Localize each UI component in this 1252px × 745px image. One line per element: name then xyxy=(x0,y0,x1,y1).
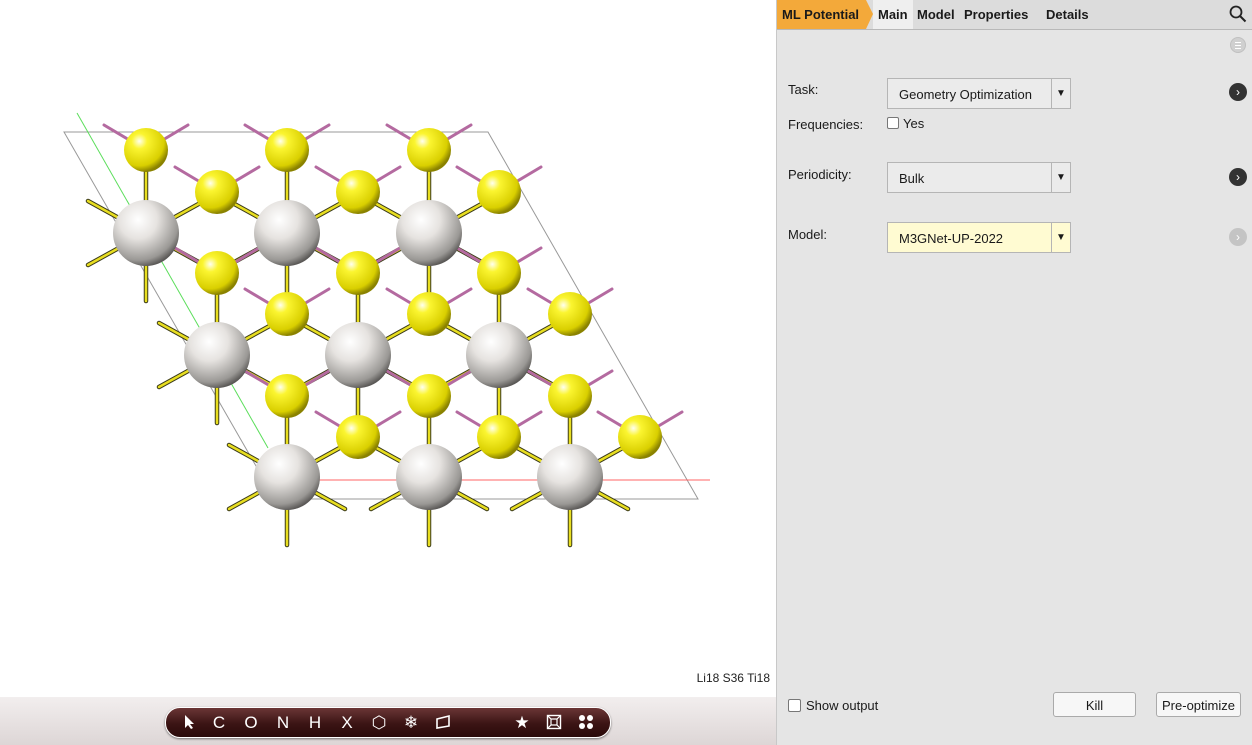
pre-optimize-button[interactable]: Pre-optimize xyxy=(1156,692,1241,717)
sulfur-atom xyxy=(548,374,592,418)
sulfur-atom xyxy=(477,251,521,295)
show-output-label: Show output xyxy=(806,698,879,713)
titanium-atom xyxy=(113,200,179,266)
snowflake-icon[interactable]: ❄ xyxy=(398,708,424,737)
sulfur-atom xyxy=(618,415,662,459)
tab-model[interactable]: Model xyxy=(917,0,955,29)
sulfur-atom xyxy=(195,251,239,295)
titanium-atom xyxy=(466,322,532,388)
sulfur-atom xyxy=(265,128,309,172)
chevron-down-icon: ▼ xyxy=(1051,223,1070,252)
titanium-atom xyxy=(396,200,462,266)
sulfur-atom xyxy=(407,374,451,418)
periodicity-select[interactable]: Bulk ▼ xyxy=(887,162,1071,193)
sulfur-atom xyxy=(336,170,380,214)
tab-bar: ML Potential Main Model Properties Detai… xyxy=(777,0,1252,30)
model-label: Model: xyxy=(788,227,828,242)
frequencies-yes-label: Yes xyxy=(903,116,925,131)
other-element-tool[interactable]: X xyxy=(334,708,360,737)
nitrogen-tool[interactable]: N xyxy=(270,708,296,737)
sulfur-atom xyxy=(407,292,451,336)
sulfur-atom xyxy=(195,170,239,214)
hydrogen-tool[interactable]: H xyxy=(302,708,328,737)
task-label: Task: xyxy=(788,82,819,97)
search-icon[interactable] xyxy=(1229,5,1247,23)
kill-button[interactable]: Kill xyxy=(1053,692,1136,717)
frequencies-label: Frequencies: xyxy=(788,117,864,132)
formula-label: Li18 S36 Ti18 xyxy=(696,671,770,685)
ring-icon[interactable]: ⬡ xyxy=(366,708,392,737)
select-arrow-icon[interactable] xyxy=(176,708,202,737)
unit-cell-outline xyxy=(63,112,710,500)
titanium-atom xyxy=(254,200,320,266)
sulfur-atom xyxy=(407,128,451,172)
sulfur-atom xyxy=(336,251,380,295)
fragments-icon[interactable] xyxy=(573,708,599,737)
tab-main[interactable]: Main xyxy=(873,0,913,29)
sulfur-atom xyxy=(265,374,309,418)
model-details-arrow-icon: › xyxy=(1229,228,1247,246)
molecule-viewer[interactable]: Li18 S36 Ti18 xyxy=(0,0,776,697)
tab-properties[interactable]: Properties xyxy=(964,0,1028,29)
show-output-checkbox[interactable] xyxy=(788,699,801,712)
periodicity-value: Bulk xyxy=(899,171,925,186)
task-select[interactable]: Geometry Optimization ▼ xyxy=(887,78,1071,109)
titanium-atom xyxy=(325,322,391,388)
chevron-down-icon: ▼ xyxy=(1051,79,1070,108)
crystal-icon[interactable] xyxy=(541,708,567,737)
titanium-atom xyxy=(184,322,250,388)
titanium-atom xyxy=(396,444,462,510)
settings-panel: ML Potential Main Model Properties Detai… xyxy=(776,0,1252,745)
titanium-atom xyxy=(254,444,320,510)
tab-ml-potential[interactable]: ML Potential xyxy=(777,0,873,29)
crystal-structure[interactable] xyxy=(0,0,776,697)
sulfur-atom xyxy=(477,170,521,214)
chevron-down-icon: ▼ xyxy=(1051,163,1070,192)
sulfur-atom xyxy=(336,415,380,459)
sulfur-atom xyxy=(477,415,521,459)
panel-menu-icon[interactable] xyxy=(1230,37,1246,53)
sulfur-atom xyxy=(548,292,592,336)
plane-icon[interactable] xyxy=(430,708,456,737)
frequencies-checkbox[interactable] xyxy=(887,117,899,129)
task-details-arrow-icon[interactable]: › xyxy=(1229,83,1247,101)
periodicity-label: Periodicity: xyxy=(788,167,852,182)
axis-b xyxy=(76,112,269,449)
task-value: Geometry Optimization xyxy=(899,87,1032,102)
model-value: M3GNet-UP-2022 xyxy=(899,231,1004,246)
titanium-atom xyxy=(537,444,603,510)
model-select[interactable]: M3GNet-UP-2022 ▼ xyxy=(887,222,1071,253)
carbon-tool[interactable]: C xyxy=(206,708,232,737)
sulfur-atom xyxy=(265,292,309,336)
oxygen-tool[interactable]: O xyxy=(238,708,264,737)
sulfur-atom xyxy=(124,128,168,172)
tab-details[interactable]: Details xyxy=(1046,0,1089,29)
star-icon[interactable]: ★ xyxy=(509,708,535,737)
cell-edge xyxy=(63,131,699,500)
periodicity-details-arrow-icon[interactable]: › xyxy=(1229,168,1247,186)
editor-toolbar: C O N H X ⬡ ❄ ★ xyxy=(165,707,611,738)
